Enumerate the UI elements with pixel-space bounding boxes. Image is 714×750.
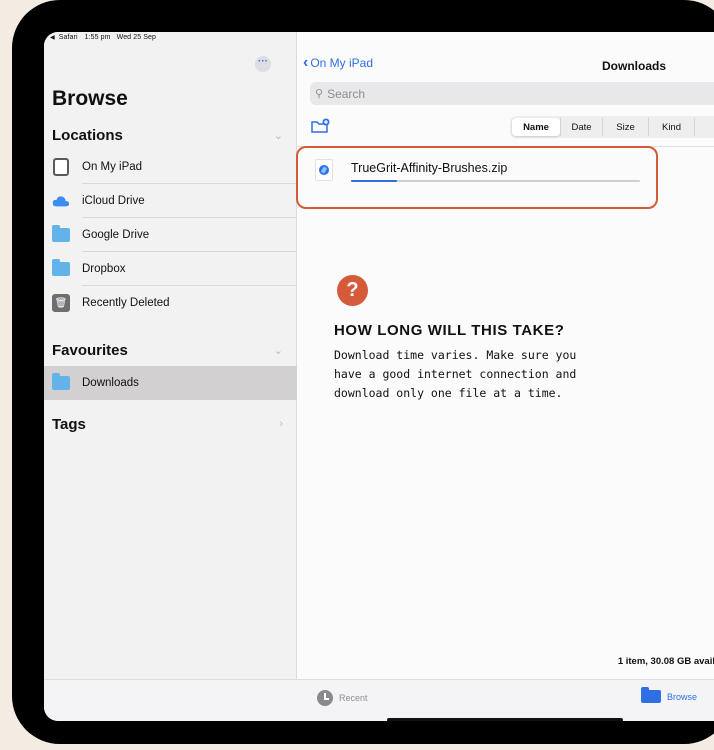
help-line: Download time varies. Make sure you [334,348,577,362]
sidebar-item-label: Google Drive [82,229,150,241]
sidebar-item-label: Dropbox [82,263,126,275]
help-heading: HOW LONG WILL THIS TAKE? [334,322,565,339]
sidebar: ◀ Safari 1:55 pm Wed 25 Sep ··· Browse L… [44,32,297,679]
sidebar-item-icloud-drive[interactable]: iCloud Drive [44,184,297,218]
folder-icon [52,259,70,278]
tab-bar: Recent Browse [44,679,714,721]
storage-status: 1 item, 30.08 GB available [617,656,714,667]
tags-section-header[interactable]: Tags › [52,412,289,436]
locations-section-header[interactable]: Locations ⌄ [52,123,289,147]
chevron-right-icon[interactable]: › [279,418,283,430]
new-folder-icon[interactable] [311,118,331,134]
tab-browse[interactable]: Browse [641,687,698,703]
sidebar-item-google-drive[interactable]: Google Drive [44,218,297,252]
sort-by-date[interactable]: Date [560,118,602,136]
favourites-section-header[interactable]: Favourites ⌄ [52,338,289,362]
back-button[interactable]: ‹ On My iPad [303,54,374,71]
more-options-button[interactable]: ··· [255,56,271,72]
sidebar-item-label: iCloud Drive [82,195,145,207]
home-indicator [387,718,623,721]
folder-icon [52,225,70,244]
sidebar-item-label: Recently Deleted [82,297,170,309]
clock-icon [317,690,333,706]
help-line: download only one file at a time. [334,386,563,400]
folder-icon [52,373,70,392]
tags-label: Tags [52,415,86,433]
sidebar-item-on-my-ipad[interactable]: On My iPad [44,150,297,184]
sort-segmented-control: Name Date Size Kind [510,116,714,138]
sidebar-item-downloads[interactable]: Downloads [44,366,297,400]
search-input[interactable]: ⚲ Search [310,82,714,105]
sidebar-item-recently-deleted[interactable]: 🗑 Recently Deleted [44,286,297,320]
sidebar-item-dropbox[interactable]: Dropbox [44,252,297,286]
help-line: have a good internet connection and [334,367,577,381]
sidebar-item-label: On My iPad [82,161,143,173]
tab-browse-label: Browse [667,691,698,702]
back-app-label[interactable]: Safari [59,34,78,41]
folder-icon [641,687,661,703]
locations-label: Locations [52,126,123,144]
favourites-label: Favourites [52,341,128,359]
sort-by-name[interactable]: Name [512,118,560,136]
chevron-down-icon[interactable]: ⌄ [274,129,283,142]
status-bar: ◀ Safari 1:55 pm Wed 25 Sep [50,34,156,41]
file-highlight-box [296,146,658,209]
tab-recent-label: Recent [339,693,368,703]
icloud-icon [52,192,70,210]
sort-by-kind[interactable]: Kind [648,118,694,136]
chevron-left-icon: ‹ [303,54,309,71]
status-time: 1:55 pm [84,34,111,41]
question-icon: ? [337,275,368,306]
sort-by-size[interactable]: Size [602,118,648,136]
tab-recent[interactable]: Recent [317,690,368,706]
chevron-down-icon[interactable]: ⌄ [274,344,283,357]
sidebar-item-label: Downloads [82,377,139,389]
page-title: Browse [52,87,128,110]
help-text: Download time varies. Make sure you have… [334,346,624,403]
trash-icon: 🗑 [52,294,70,312]
status-date: Wed 25 Sep [116,34,157,41]
search-placeholder: Search [327,86,366,101]
ipad-icon [52,158,70,176]
search-icon: ⚲ [315,88,324,100]
back-button-label: On My iPad [310,56,374,70]
folder-title: Downloads [602,59,667,73]
back-arrow-icon[interactable]: ◀ [50,34,55,41]
